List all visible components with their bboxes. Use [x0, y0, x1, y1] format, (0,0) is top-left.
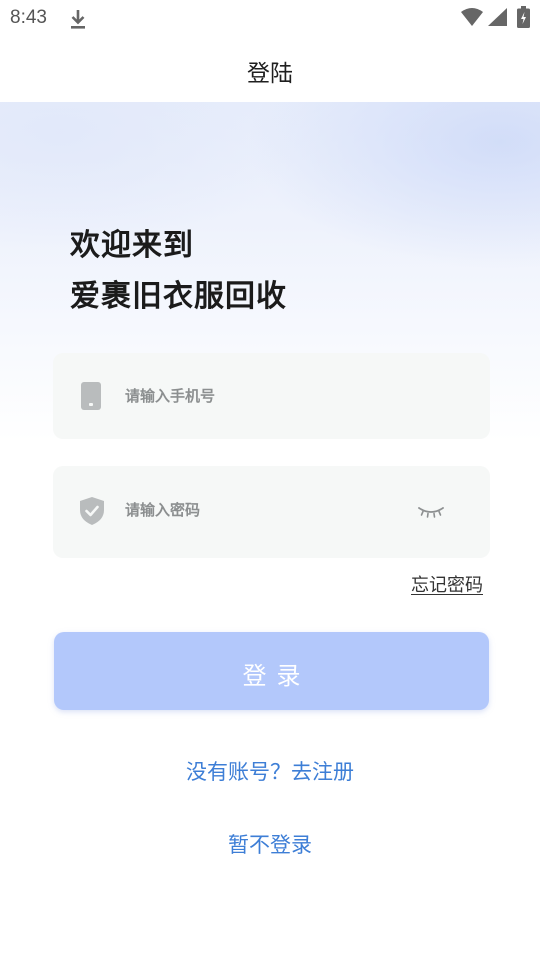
password-input[interactable]	[125, 495, 405, 525]
app-name-heading: 爱裹旧衣服回收	[70, 279, 287, 314]
welcome-heading: 欢迎来到	[70, 228, 194, 263]
title-bar: 登陆	[0, 36, 540, 102]
login-button-label: 登录	[242, 662, 311, 690]
password-field[interactable]	[53, 466, 490, 558]
phone-icon	[81, 382, 101, 410]
wifi-icon	[461, 8, 483, 26]
phone-input[interactable]	[125, 381, 405, 411]
eye-closed-icon[interactable]	[417, 504, 445, 520]
shield-icon	[80, 497, 104, 525]
register-link[interactable]: 没有账号？去注册	[0, 756, 540, 786]
battery-icon	[517, 6, 530, 28]
page-title: 登陆	[247, 61, 293, 87]
status-bar: 8:43	[0, 0, 540, 36]
status-time: 8:43	[10, 7, 47, 28]
signal-icon	[488, 8, 507, 26]
login-button[interactable]: 登录	[54, 632, 489, 710]
phone-field[interactable]	[53, 353, 490, 439]
forgot-password-link[interactable]: 忘记密码	[411, 571, 483, 597]
skip-login-link[interactable]: 暂不登录	[0, 829, 540, 859]
download-icon	[71, 10, 85, 29]
